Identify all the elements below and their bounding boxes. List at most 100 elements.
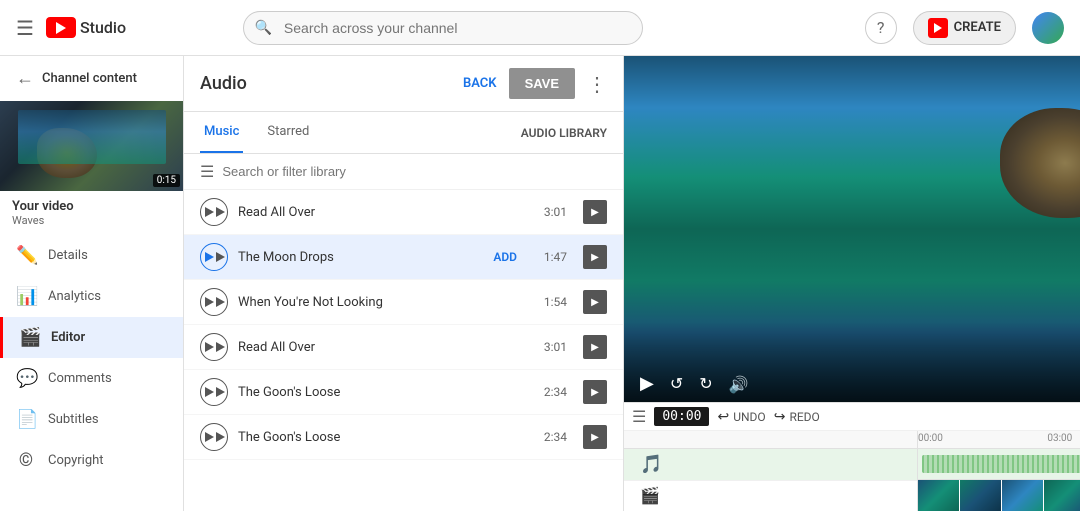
track-duration: 1:54: [535, 295, 567, 309]
track-play-button[interactable]: [200, 333, 228, 361]
audio-track[interactable]: [918, 449, 1080, 480]
video-frame: [1002, 480, 1044, 511]
track-duration: 1:47: [535, 250, 567, 264]
tabs: Music Starred AUDIO LIBRARY: [184, 112, 623, 154]
track-icon-panel: 🎵 🎬: [624, 449, 918, 511]
timecode-display: 00:00: [654, 407, 709, 426]
tab-music[interactable]: Music: [200, 112, 243, 153]
sidebar-item-comments[interactable]: 💬 Comments: [0, 358, 183, 399]
video-title: Your video: [12, 199, 171, 214]
timeline-section: ☰ 00:00 ↩ UNDO ↪ REDO 🔍: [624, 402, 1080, 511]
track-row[interactable]: The Goon's Loose 2:34: [184, 415, 623, 460]
copyright-nav-icon: ©: [16, 450, 36, 471]
sidebar-item-subtitles[interactable]: 📄 Subtitles: [0, 399, 183, 440]
sidebar-item-copyright[interactable]: © Copyright: [0, 440, 183, 481]
audio-track-icon-row: 🎵: [624, 449, 917, 481]
back-link[interactable]: BACK: [463, 76, 497, 91]
sidebar-item-analytics[interactable]: 📊 Analytics: [0, 276, 183, 317]
video-track[interactable]: [918, 480, 1080, 511]
library-search-input[interactable]: [222, 164, 607, 179]
track-play-button[interactable]: [200, 423, 228, 451]
video-info: Your video Waves: [0, 191, 183, 235]
sidebar: ← Channel content 0:15 Your video Waves …: [0, 56, 184, 511]
header-actions: BACK SAVE ⋮: [463, 68, 607, 99]
channel-content-label: Channel content: [42, 71, 137, 86]
track-preview-button[interactable]: [583, 200, 607, 224]
track-play-button[interactable]: [200, 243, 228, 271]
track-name: When You're Not Looking: [238, 295, 525, 310]
sidebar-nav: ✏️ Details 📊 Analytics 🎬 Editor 💬 Commen…: [0, 235, 183, 511]
top-nav: ☰ Studio 🔍 ? CREATE: [0, 0, 1080, 56]
main-layout: ← Channel content 0:15 Your video Waves …: [0, 56, 1080, 511]
video-frame: [960, 480, 1002, 511]
sidebar-item-details[interactable]: ✏️ Details: [0, 235, 183, 276]
track-duration: 3:01: [535, 205, 567, 219]
search-icon: 🔍: [255, 20, 272, 36]
user-avatar[interactable]: [1032, 12, 1064, 44]
track-preview-button[interactable]: [583, 245, 607, 269]
sidebar-item-editor[interactable]: 🎬 Editor: [0, 317, 183, 358]
track-row[interactable]: Read All Over 3:01: [184, 325, 623, 370]
save-button[interactable]: SAVE: [509, 68, 575, 99]
more-options-button[interactable]: ⋮: [587, 72, 607, 96]
subtitles-nav-icon: 📄: [16, 409, 36, 430]
logo: Studio: [46, 17, 126, 38]
track-play-button[interactable]: [200, 198, 228, 226]
right-panel: ↙ ▶ ↺ ↻ 🔊 ⚙ ☰: [624, 56, 1080, 511]
audio-waveform: [922, 455, 1080, 473]
track-name: Read All Over: [238, 340, 525, 355]
audio-header: Audio BACK SAVE ⋮: [184, 56, 623, 112]
audio-panel: Audio BACK SAVE ⋮ Music Starred AUDIO LI…: [184, 56, 624, 511]
timeline-tracks: 🎵 🎬: [624, 449, 1080, 511]
track-preview-button[interactable]: [583, 335, 607, 359]
search-input[interactable]: [243, 11, 643, 45]
play-control-button[interactable]: ▶: [640, 373, 654, 394]
track-list: Read All Over 3:01 The Moon Drops ADD 1:…: [184, 190, 623, 511]
video-frame: [918, 480, 960, 511]
audio-library-link[interactable]: AUDIO LIBRARY: [521, 126, 607, 140]
forward-button[interactable]: ↻: [699, 374, 712, 394]
track-row[interactable]: Read All Over 3:01: [184, 190, 623, 235]
help-button[interactable]: ?: [865, 12, 897, 44]
nav-right: ? CREATE: [865, 11, 1064, 45]
timeline-ruler: 00:00 03:00 06:00 09:00 12:00 14:26: [624, 431, 1080, 449]
track-play-button[interactable]: [200, 288, 228, 316]
track-row[interactable]: The Goon's Loose 2:34: [184, 370, 623, 415]
track-play-button[interactable]: [200, 378, 228, 406]
studio-label: Studio: [80, 18, 126, 37]
track-preview-button[interactable]: [583, 380, 607, 404]
youtube-logo-icon: [46, 17, 76, 38]
copyright-nav-label: Copyright: [48, 453, 104, 468]
undo-button[interactable]: ↩ UNDO: [717, 409, 765, 425]
editor-nav-label: Editor: [51, 330, 85, 345]
details-nav-icon: ✏️: [16, 245, 36, 266]
track-row[interactable]: The Moon Drops ADD 1:47: [184, 235, 623, 280]
track-preview-button[interactable]: [583, 290, 607, 314]
editor-nav-icon: 🎬: [19, 327, 39, 348]
back-arrow-icon: ←: [16, 68, 34, 89]
filter-icon: ☰: [200, 162, 214, 181]
video-track-icon-row: 🎬: [624, 481, 917, 511]
hamburger-icon[interactable]: ☰: [16, 16, 34, 40]
redo-button[interactable]: ↪ REDO: [774, 409, 820, 425]
analytics-nav-icon: 📊: [16, 286, 36, 307]
video-subtitle: Waves: [12, 214, 171, 227]
back-nav[interactable]: ← Channel content: [0, 56, 183, 101]
track-duration: 2:34: [535, 385, 567, 399]
rewind-button[interactable]: ↺: [670, 374, 683, 394]
track-row[interactable]: When You're Not Looking 1:54: [184, 280, 623, 325]
track-preview-button[interactable]: [583, 425, 607, 449]
main-row: Audio BACK SAVE ⋮ Music Starred AUDIO LI…: [184, 56, 1080, 511]
comments-nav-icon: 💬: [16, 368, 36, 389]
create-button[interactable]: CREATE: [913, 11, 1016, 45]
subtitles-nav-label: Subtitles: [48, 412, 99, 427]
video-preview-area: ↙ ▶ ↺ ↻ 🔊 ⚙: [624, 56, 1080, 402]
add-track-badge[interactable]: ADD: [493, 250, 517, 264]
create-icon: [928, 18, 948, 38]
tab-starred[interactable]: Starred: [263, 112, 313, 153]
comments-nav-label: Comments: [48, 371, 112, 386]
main-content: Audio BACK SAVE ⋮ Music Starred AUDIO LI…: [184, 56, 1080, 511]
thumb-duration: 0:15: [153, 174, 180, 187]
volume-icon: 🔊: [729, 375, 749, 394]
track-name: The Goon's Loose: [238, 430, 525, 445]
